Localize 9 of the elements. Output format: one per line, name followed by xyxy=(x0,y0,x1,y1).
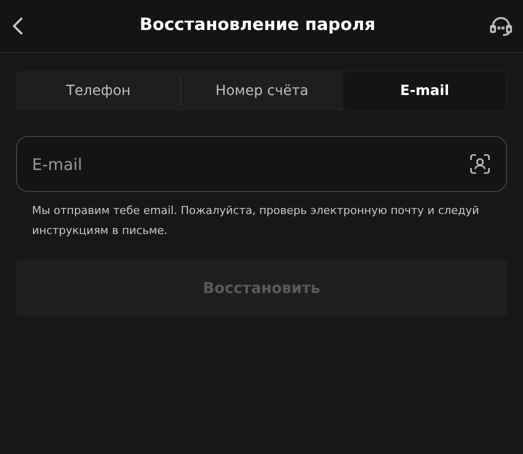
tab[interactable]: Номер счёта xyxy=(180,72,344,110)
face-scan-icon xyxy=(470,154,490,174)
page-title: Восстановление пароля xyxy=(140,14,376,38)
tab[interactable]: Телефон xyxy=(17,72,180,110)
support-button[interactable] xyxy=(488,14,513,38)
hint-text: Мы отправим тебе email. Пожалуйста, проверь электронную почту и следуй инструкциям в письме. xyxy=(31,203,480,239)
headset-icon xyxy=(488,14,513,38)
tab[interactable]: E-mail xyxy=(343,72,506,110)
email-field[interactable]: E-mail xyxy=(16,136,507,192)
